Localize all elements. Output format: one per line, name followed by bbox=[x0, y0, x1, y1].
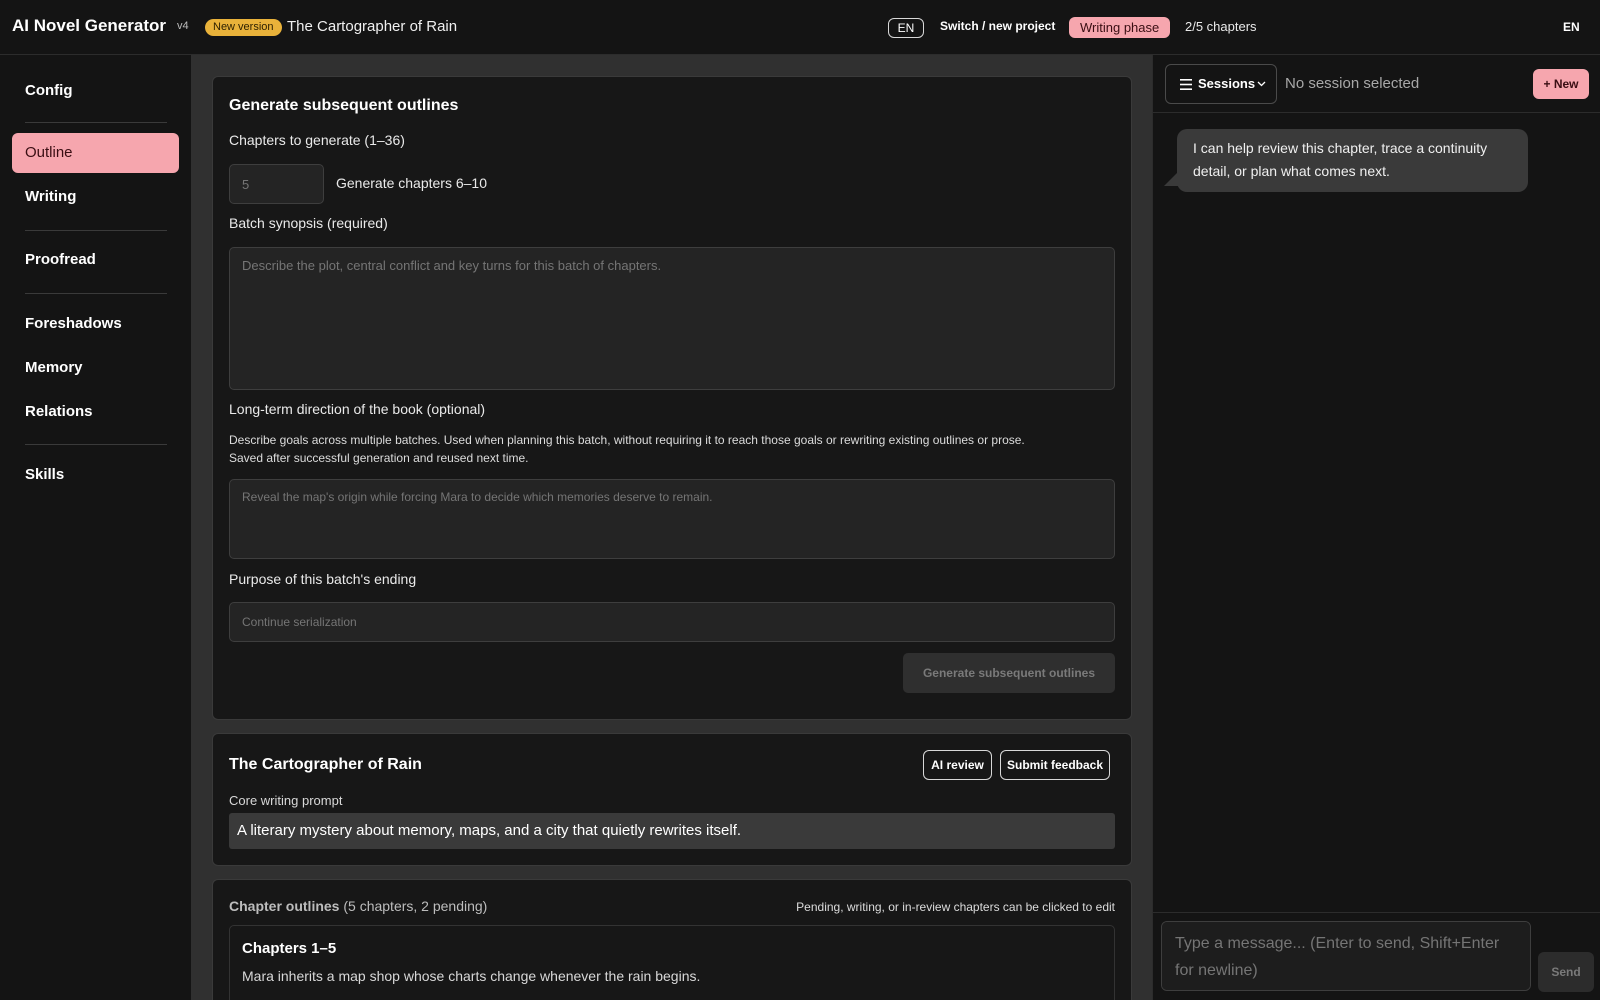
core-prompt-value[interactable]: A literary mystery about memory, maps, a… bbox=[229, 813, 1115, 849]
book-card: The Cartographer of Rain AI review Submi… bbox=[212, 733, 1132, 866]
outlines-count: (5 chapters, 2 pending) bbox=[343, 898, 488, 914]
message-tail bbox=[1164, 172, 1178, 186]
chat-input[interactable] bbox=[1161, 921, 1531, 991]
sidebar-item-memory[interactable]: Memory bbox=[12, 348, 179, 388]
chapter-group-title: Chapters 1–5 bbox=[242, 940, 337, 957]
no-session-text: No session selected bbox=[1285, 75, 1420, 92]
chapter-group[interactable]: Chapters 1–5 Mara inherits a map shop wh… bbox=[229, 925, 1115, 1000]
version-label: v4 bbox=[177, 20, 189, 32]
direction-label: Long-term direction of the book (optiona… bbox=[229, 401, 486, 417]
assistant-message: I can help review this chapter, trace a … bbox=[1177, 129, 1528, 192]
new-version-badge[interactable]: New version bbox=[205, 19, 282, 36]
switch-project-button[interactable]: Switch / new project bbox=[940, 19, 1055, 33]
direction-hint: Describe goals across multiple batches. … bbox=[229, 431, 1109, 467]
synopsis-label: Batch synopsis (required) bbox=[229, 215, 388, 231]
outlines-heading: Chapter outlines (5 chapters, 2 pending) bbox=[229, 898, 487, 914]
sidebar-item-skills[interactable]: Skills bbox=[12, 455, 179, 495]
sidebar-item-foreshadows[interactable]: Foreshadows bbox=[12, 304, 179, 344]
language-toggle[interactable]: EN bbox=[888, 18, 924, 38]
direction-hint-line: Saved after successful generation and re… bbox=[229, 451, 529, 465]
app-title: AI Novel Generator bbox=[12, 16, 166, 35]
chapters-count-label: Chapters to generate (1–36) bbox=[229, 132, 405, 148]
generate-title: Generate subsequent outlines bbox=[229, 97, 459, 114]
sidebar-divider bbox=[25, 230, 167, 231]
direction-hint-line: Describe goals across multiple batches. … bbox=[229, 433, 1025, 447]
project-name: The Cartographer of Rain bbox=[287, 18, 458, 35]
sidebar-item-config[interactable]: Config bbox=[12, 71, 179, 111]
chapters-progress: 2/5 chapters bbox=[1185, 19, 1257, 34]
submit-feedback-button[interactable]: Submit feedback bbox=[1000, 750, 1110, 780]
sidebar-divider bbox=[25, 122, 167, 123]
sidebar-item-writing[interactable]: Writing bbox=[12, 177, 179, 217]
ai-review-button[interactable]: AI review bbox=[923, 750, 992, 780]
phase-badge: Writing phase bbox=[1069, 17, 1171, 38]
sidebar-item-proofread[interactable]: Proofread bbox=[12, 240, 179, 280]
generate-outlines-button[interactable]: Generate subsequent outlines bbox=[903, 653, 1115, 693]
chapters-range-text: Generate chapters 6–10 bbox=[336, 175, 487, 191]
menu-icon bbox=[1180, 79, 1192, 90]
chapters-count-input[interactable] bbox=[229, 164, 324, 204]
sidebar-item-outline[interactable]: Outline bbox=[12, 133, 179, 173]
ending-purpose-label: Purpose of this batch's ending bbox=[229, 571, 417, 587]
panel-divider bbox=[1153, 912, 1600, 913]
send-button[interactable]: Send bbox=[1538, 952, 1594, 992]
direction-textarea[interactable] bbox=[229, 479, 1115, 559]
synopsis-textarea[interactable] bbox=[229, 247, 1115, 390]
new-session-button[interactable]: + New bbox=[1533, 69, 1589, 99]
sessions-button[interactable]: Sessions bbox=[1165, 64, 1277, 104]
panel-divider bbox=[1153, 112, 1600, 113]
chapter-outlines-card: Chapter outlines (5 chapters, 2 pending)… bbox=[212, 879, 1132, 1000]
chevron-down-icon bbox=[1257, 81, 1266, 87]
core-prompt-label: Core writing prompt bbox=[229, 793, 343, 808]
sidebar-divider bbox=[25, 444, 167, 445]
main-content[interactable]: Generate subsequent outlines Chapters to… bbox=[191, 55, 1152, 1000]
outlines-hint: Pending, writing, or in-review chapters … bbox=[796, 900, 1115, 914]
sidebar: Config Outline Writing Proofread Foresha… bbox=[0, 55, 191, 1000]
language-menu[interactable]: EN bbox=[1563, 20, 1580, 34]
ending-purpose-input[interactable] bbox=[229, 602, 1115, 642]
chapter-group-summary: Mara inherits a map shop whose charts ch… bbox=[242, 968, 701, 984]
sessions-label: Sessions bbox=[1198, 76, 1256, 91]
outlines-title: Chapter outlines bbox=[229, 898, 340, 914]
chat-panel: Sessions No session selected + New I can… bbox=[1152, 55, 1600, 1000]
book-title: The Cartographer of Rain bbox=[229, 756, 422, 773]
top-bar: AI Novel Generator v4 New version The Ca… bbox=[0, 0, 1600, 55]
sidebar-divider bbox=[25, 293, 167, 294]
sidebar-item-relations[interactable]: Relations bbox=[12, 392, 179, 432]
generate-outlines-card: Generate subsequent outlines Chapters to… bbox=[212, 76, 1132, 720]
